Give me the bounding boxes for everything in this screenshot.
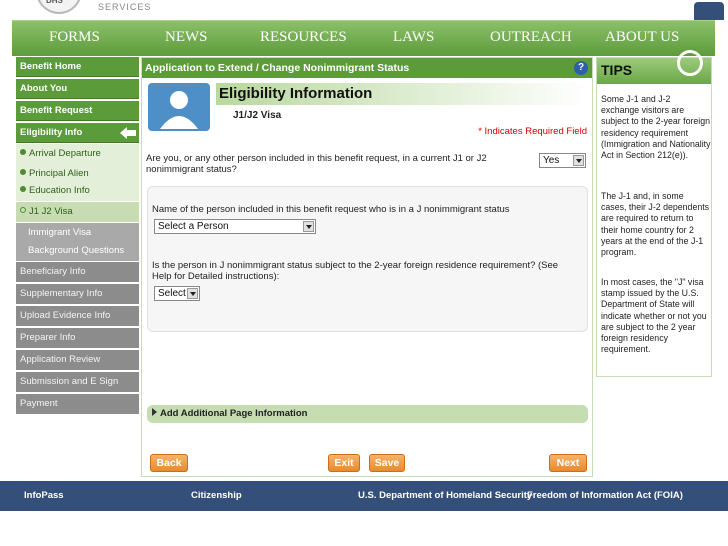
sidebar-item-application-review[interactable]: Application Review bbox=[16, 350, 139, 370]
bullet-icon bbox=[20, 169, 26, 175]
corner-decoration bbox=[694, 2, 724, 20]
top-navigation: FORMS NEWS RESOURCES LAWS OUTREACH ABOUT… bbox=[12, 20, 715, 56]
tips-panel: TIPS Some J-1 and J-2 exchange visitors … bbox=[596, 50, 712, 377]
sidebar-item-upload-evidence-info[interactable]: Upload Evidence Info bbox=[16, 306, 139, 326]
sidebar-item-label: Application Review bbox=[20, 354, 101, 365]
nav-about-us[interactable]: ABOUT US bbox=[605, 29, 679, 46]
sidebar-item-label: Education Info bbox=[29, 185, 90, 196]
tips-title: TIPS bbox=[601, 62, 633, 78]
tips-header: TIPS bbox=[597, 50, 711, 84]
footer-link-dhs[interactable]: U.S. Department of Homeland Security bbox=[358, 490, 532, 501]
add-info-label: Add Additional Page Information bbox=[160, 408, 308, 419]
save-button[interactable]: Save bbox=[369, 454, 405, 472]
sidebar-item-immigrant-visa[interactable]: Immigrant Visa bbox=[16, 223, 139, 243]
sidebar-item-label: Immigrant Visa bbox=[28, 227, 92, 238]
question-residence-requirement: Is the person in J nonimmigrant status s… bbox=[152, 260, 559, 282]
next-button[interactable]: Next bbox=[549, 454, 587, 472]
tip-paragraph: In most cases, the "J" visa stamp issued… bbox=[601, 277, 707, 355]
sidebar-item-label: Principal Alien bbox=[29, 168, 89, 179]
sidebar-item-submission-e-sign[interactable]: Submission and E Sign bbox=[16, 372, 139, 392]
person-select[interactable]: Select a Person bbox=[154, 219, 316, 234]
sidebar-item-label: Submission and E Sign bbox=[20, 376, 119, 387]
arrow-left-icon bbox=[119, 125, 137, 141]
form-header: Application to Extend / Change Nonimmigr… bbox=[142, 58, 592, 78]
select-value: Select a Person bbox=[158, 221, 229, 232]
sidebar-item-supplementary-info[interactable]: Supplementary Info bbox=[16, 284, 139, 304]
sidebar-item-label: Beneficiary Info bbox=[20, 266, 86, 277]
section-subtitle: J1/J2 Visa bbox=[233, 110, 282, 121]
footer-link-foia[interactable]: Freedom of Information Act (FOIA) bbox=[527, 490, 683, 501]
j-visa-subform: Name of the person included in this bene… bbox=[147, 186, 588, 332]
sidebar-item-label: Benefit Home bbox=[20, 61, 82, 72]
form-header-title: Application to Extend / Change Nonimmigr… bbox=[145, 62, 410, 74]
sidebar-item-beneficiary-info[interactable]: Beneficiary Info bbox=[16, 262, 139, 282]
add-additional-info-toggle[interactable]: Add Additional Page Information bbox=[147, 405, 588, 423]
select-value: Yes bbox=[543, 155, 560, 166]
sidebar-item-label: Preparer Info bbox=[20, 332, 76, 343]
bullet-icon bbox=[20, 186, 26, 192]
help-icon[interactable]: ? bbox=[574, 61, 588, 75]
nav-resources[interactable]: RESOURCES bbox=[260, 29, 347, 46]
sidebar-item-label: Benefit Request bbox=[20, 105, 93, 116]
sidebar-item-label: Supplementary Info bbox=[20, 288, 103, 299]
back-button[interactable]: Back bbox=[150, 454, 188, 472]
bullet-icon bbox=[20, 149, 26, 155]
sidebar-item-preparer-info[interactable]: Preparer Info bbox=[16, 328, 139, 348]
footer: InfoPass Citizenship U.S. Department of … bbox=[0, 481, 728, 511]
sidebar-item-j1-j2-visa[interactable]: J1 J2 Visa bbox=[16, 202, 139, 222]
chevron-down-icon bbox=[303, 221, 314, 232]
required-field-note: * Indicates Required Field bbox=[478, 126, 587, 137]
sidebar-item-label: Eligibility Info bbox=[20, 127, 83, 138]
sidebar-item-background-questions[interactable]: Background Questions bbox=[16, 241, 139, 261]
sidebar-item-arrival-departure[interactable]: Arrival Departure bbox=[16, 144, 139, 164]
tip-paragraph: Some J-1 and J-2 exchange visitors are s… bbox=[601, 94, 711, 161]
sidebar-item-label: Payment bbox=[20, 398, 58, 409]
question-j1-j2-status: Are you, or any other person included in… bbox=[146, 153, 487, 175]
chevron-down-icon bbox=[187, 288, 198, 299]
bullet-icon bbox=[20, 207, 26, 213]
banner-text: SERVICES bbox=[98, 2, 152, 12]
nav-outreach[interactable]: OUTREACH bbox=[490, 29, 572, 46]
residence-requirement-select[interactable]: Select bbox=[154, 286, 200, 301]
sidebar-item-about-you[interactable]: About You bbox=[16, 79, 139, 99]
sidebar-item-benefit-request[interactable]: Benefit Request bbox=[16, 101, 139, 121]
j1-j2-status-select[interactable]: Yes bbox=[539, 153, 586, 168]
sidebar-item-benefit-home[interactable]: Benefit Home bbox=[16, 57, 139, 77]
sidebar-item-eligibility-info[interactable]: Eligibility Info bbox=[16, 123, 139, 143]
exit-button[interactable]: Exit bbox=[328, 454, 360, 472]
select-value: Select bbox=[158, 288, 186, 299]
section-title: Eligibility Information bbox=[219, 85, 373, 102]
sidebar-item-payment[interactable]: Payment bbox=[16, 394, 139, 414]
footer-link-infopass[interactable]: InfoPass bbox=[24, 490, 64, 501]
site-banner: DHS SERVICES bbox=[0, 0, 728, 20]
sidebar-item-label: J1 J2 Visa bbox=[29, 206, 73, 217]
nav-forms[interactable]: FORMS bbox=[49, 29, 100, 46]
question-person-name: Name of the person included in this bene… bbox=[152, 204, 510, 215]
dhs-seal-logo: DHS bbox=[36, 0, 82, 14]
sidebar-item-label: Upload Evidence Info bbox=[20, 310, 111, 321]
person-icon bbox=[148, 83, 210, 131]
sidebar-item-label: About You bbox=[20, 83, 68, 94]
tip-paragraph: The J-1 and, in some cases, their J-2 de… bbox=[601, 191, 710, 258]
main-panel: Application to Extend / Change Nonimmigr… bbox=[141, 57, 593, 477]
nav-laws[interactable]: LAWS bbox=[393, 29, 434, 46]
expand-triangle-icon bbox=[152, 408, 157, 416]
sidebar-item-education-info[interactable]: Education Info bbox=[16, 181, 139, 201]
footer-link-citizenship[interactable]: Citizenship bbox=[191, 490, 242, 501]
sidebar-item-label: Background Questions bbox=[28, 245, 125, 256]
chevron-down-icon bbox=[573, 155, 584, 166]
nav-news[interactable]: NEWS bbox=[165, 29, 208, 46]
circle-decoration-icon bbox=[677, 50, 703, 76]
sidebar-item-label: Arrival Departure bbox=[29, 148, 101, 159]
